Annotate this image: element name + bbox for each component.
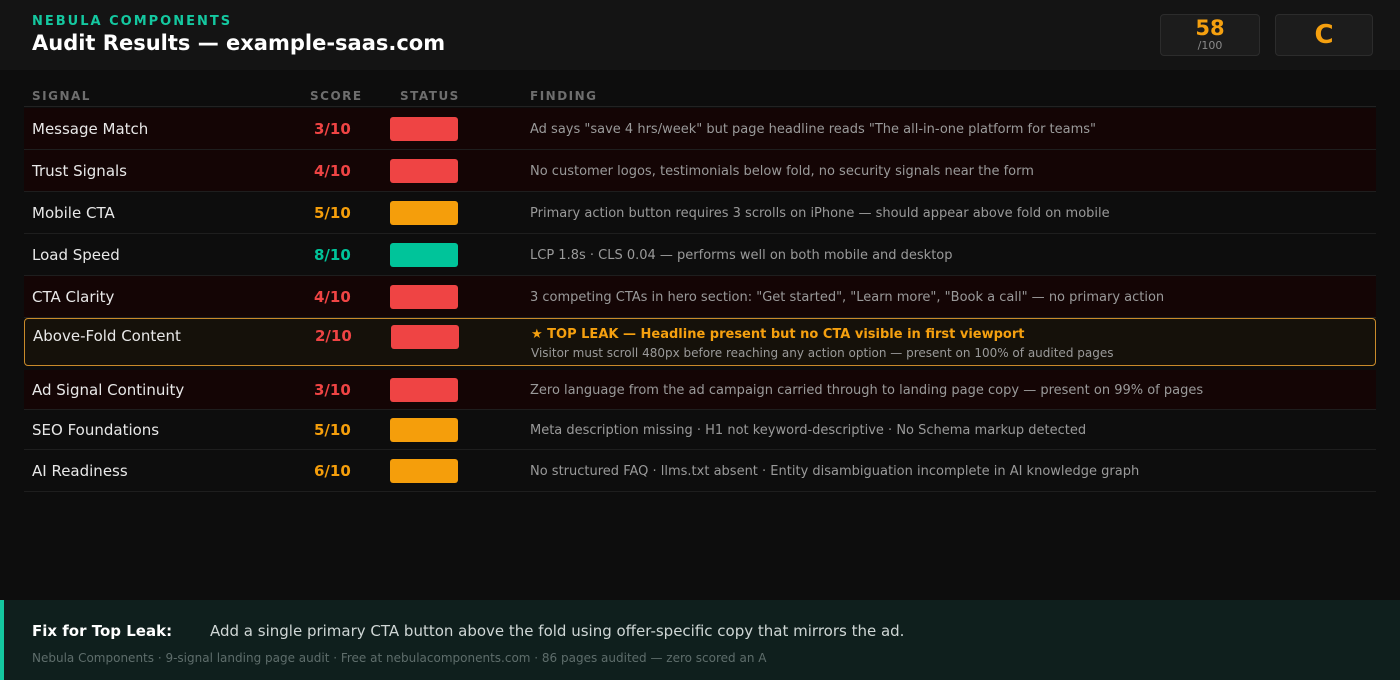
signal-name: CTA Clarity — [32, 288, 115, 306]
status-bar — [390, 243, 458, 267]
column-header-status: STATUS — [400, 89, 460, 103]
signal-name: Ad Signal Continuity — [32, 381, 185, 399]
overall-score-badge: 58 /100 — [1160, 14, 1260, 56]
table-row: Mobile CTA 5/10 Primary action button requ… — [24, 192, 1376, 234]
brand-label: NEBULA COMPONENTS — [32, 14, 233, 29]
status-bar — [390, 418, 458, 442]
header: NEBULA COMPONENTS Audit Results — exampl… — [0, 0, 1400, 70]
table-row: SEO Foundations 5/10 Meta description miss… — [24, 410, 1376, 450]
finding-text: No customer logos, testimonials below fo… — [530, 164, 1034, 179]
status-bar — [390, 159, 458, 183]
signal-score: 6/10 — [314, 462, 351, 480]
signal-score: 4/10 — [314, 162, 351, 180]
status-bar — [391, 325, 459, 349]
column-header-signal: SIGNAL — [32, 89, 91, 103]
table-row: CTA Clarity 4/10 3 competing CTAs in hero … — [24, 276, 1376, 318]
page-title: Audit Results — example-saas.com — [32, 31, 446, 55]
signal-name: Mobile CTA — [32, 204, 115, 222]
finding-text: Primary action button requires 3 scrolls… — [530, 206, 1110, 221]
grade-badge: C — [1275, 14, 1373, 56]
overall-score-max: /100 — [1197, 39, 1223, 52]
finding-text: LCP 1.8s · CLS 0.04 — performs well on b… — [530, 248, 953, 263]
status-bar — [390, 117, 458, 141]
status-bar — [390, 378, 458, 402]
top-leak-detail: Visitor must scroll 480px before reachin… — [531, 346, 1114, 360]
signal-score: 3/10 — [314, 120, 351, 138]
finding-text: No structured FAQ · llms.txt absent · En… — [530, 464, 1140, 479]
header-divider — [24, 106, 1376, 107]
footer-credit: Nebula Components · 9-signal landing pag… — [32, 651, 767, 665]
status-bar — [390, 201, 458, 225]
overall-score-value: 58 — [1195, 16, 1225, 40]
table-row: Message Match 3/10 Ad says "save 4 hrs/wee… — [24, 108, 1376, 150]
signal-name: Trust Signals — [32, 162, 127, 180]
fix-footer: Fix for Top Leak: Add a single primary C… — [0, 600, 1400, 680]
signal-name: Message Match — [32, 120, 149, 138]
signal-name: SEO Foundations — [32, 421, 160, 439]
signal-name: Above-Fold Content — [33, 327, 181, 345]
table-row: Load Speed 8/10 LCP 1.8s · CLS 0.04 — perf… — [24, 234, 1376, 276]
signal-score: 4/10 — [314, 288, 351, 306]
finding-text: Zero language from the ad campaign carri… — [530, 383, 1204, 398]
top-leak-finding: ★ TOP LEAK — Headline present but no CTA… — [531, 327, 1025, 342]
column-header-score: SCORE — [310, 89, 363, 103]
signal-name: Load Speed — [32, 246, 120, 264]
signal-score: 3/10 — [314, 381, 351, 399]
table-row: Trust Signals 4/10 No customer logos, test… — [24, 150, 1376, 192]
table-row: Above-Fold Content 2/10 ★ TOP LEAK — Headl… — [24, 318, 1376, 366]
finding-text: Meta description missing · H1 not keywor… — [530, 423, 1087, 438]
signal-score: 2/10 — [315, 327, 352, 345]
signal-score: 8/10 — [314, 246, 351, 264]
finding-text: Ad says "save 4 hrs/week" but page headl… — [530, 122, 1097, 137]
fix-text: Add a single primary CTA button above th… — [210, 622, 905, 640]
status-bar — [390, 459, 458, 483]
status-bar — [390, 285, 458, 309]
column-header-finding: FINDING — [530, 89, 598, 103]
signal-score: 5/10 — [314, 204, 351, 222]
table-row: Ad Signal Continuity 3/10 Zero language fr… — [24, 370, 1376, 410]
fix-label: Fix for Top Leak: — [32, 622, 173, 640]
audit-table: Message Match 3/10 Ad says "save 4 hrs/wee… — [24, 108, 1376, 492]
finding-text: 3 competing CTAs in hero section: "Get s… — [530, 290, 1165, 305]
table-row: AI Readiness 6/10 No structured FAQ · llms… — [24, 450, 1376, 492]
signal-name: AI Readiness — [32, 462, 128, 480]
signal-score: 5/10 — [314, 421, 351, 439]
